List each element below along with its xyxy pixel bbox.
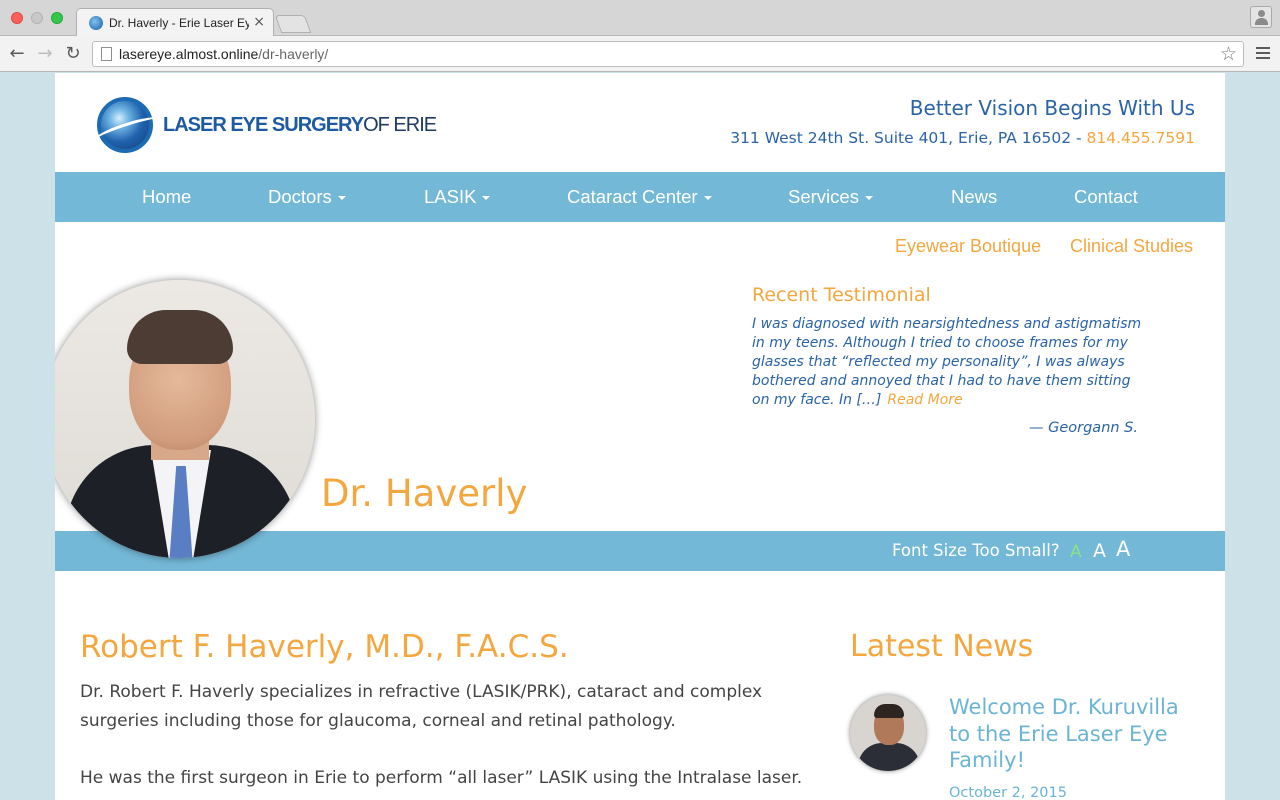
maximize-window-button[interactable]: [51, 12, 63, 24]
menu-icon[interactable]: [1256, 47, 1270, 62]
nav-item-home[interactable]: Home: [142, 186, 191, 208]
font-size-medium-button[interactable]: A: [1093, 540, 1106, 562]
tagline: Better Vision Begins With Us: [909, 96, 1195, 120]
testimonial-heading: Recent Testimonial: [752, 284, 931, 306]
tab-close-icon[interactable]: ×: [253, 14, 265, 30]
news-thumbnail[interactable]: [850, 695, 926, 771]
nav-item-services[interactable]: Services: [788, 186, 873, 208]
browser-toolbar: ← → ↻ lasereye.almost.online/dr-haverly/…: [0, 36, 1280, 72]
latest-news-heading: Latest News: [850, 629, 1034, 664]
tab-title: Dr. Haverly - Erie Laser Eye: [109, 16, 249, 30]
nav-item-lasik[interactable]: LASIK: [424, 186, 491, 208]
testimonial-author: — Georgann S.: [1029, 420, 1138, 436]
url-text[interactable]: lasereye.almost.online/dr-haverly/: [119, 46, 328, 62]
caret-down-icon: [337, 196, 346, 201]
font-size-label: Font Size Too Small?: [892, 541, 1060, 560]
url-host: lasereye.almost.online: [119, 46, 259, 62]
logo-wordmark: LASER EYE SURGERYOF ERIE: [163, 114, 437, 137]
subnav-clinical-studies[interactable]: Clinical Studies: [1070, 236, 1193, 257]
font-size-small-button[interactable]: A: [1070, 542, 1082, 562]
reload-icon[interactable]: ↻: [62, 43, 84, 65]
forward-arrow-icon[interactable]: →: [34, 43, 56, 65]
news-item-title-link[interactable]: Welcome Dr. Kuruvilla to the Erie Laser …: [949, 694, 1199, 774]
url-path: /dr-haverly/: [258, 46, 329, 62]
browser-tab-strip: Dr. Haverly - Erie Laser Eye ×: [0, 0, 1280, 36]
nav-item-news[interactable]: News: [951, 186, 997, 208]
bio-title: Robert F. Haverly, M.D., F.A.C.S.: [80, 629, 569, 665]
nav-item-cataract-center[interactable]: Cataract Center: [567, 186, 712, 208]
read-more-link[interactable]: Read More: [887, 392, 962, 408]
website-page: LASER EYE SURGERYOF ERIE Better Vision B…: [55, 73, 1225, 800]
address-bar[interactable]: lasereye.almost.online/dr-haverly/ ☆: [92, 41, 1244, 67]
caret-down-icon: [703, 196, 712, 201]
nav-item-contact[interactable]: Contact: [1074, 186, 1138, 208]
caret-down-icon: [482, 196, 491, 201]
favicon-icon: [89, 16, 103, 30]
star-icon[interactable]: ☆: [1220, 43, 1237, 65]
eye-globe-logo-icon: [97, 97, 153, 153]
nav-item-doctors[interactable]: Doctors: [268, 186, 346, 208]
caret-down-icon: [864, 196, 873, 201]
phone-link[interactable]: 814.455.7591: [1087, 129, 1195, 147]
news-item-date: October 2, 2015: [949, 785, 1067, 800]
bio-paragraph: He was the first surgeon in Erie to perf…: [80, 768, 803, 788]
testimonial-quote: I was diagnosed with nearsightedness and…: [752, 315, 1152, 410]
page-icon: [101, 47, 112, 61]
address-text: 311 West 24th St. Suite 401, Erie, PA 16…: [730, 129, 1087, 147]
close-window-button[interactable]: [11, 12, 23, 24]
minimize-window-button[interactable]: [31, 12, 43, 24]
logo-secondary: OF ERIE: [363, 114, 437, 136]
browser-tab-active[interactable]: Dr. Haverly - Erie Laser Eye ×: [76, 8, 274, 36]
page-title: Dr. Haverly: [321, 472, 528, 515]
new-tab-button[interactable]: [274, 15, 312, 33]
back-arrow-icon[interactable]: ←: [6, 43, 28, 65]
bio-paragraph: Dr. Robert F. Haverly specializes in ref…: [80, 682, 763, 731]
doctor-portrait: [55, 280, 315, 558]
subnav-eyewear-boutique[interactable]: Eyewear Boutique: [895, 236, 1041, 257]
main-navigation: Home Doctors LASIK Cataract Center Servi…: [55, 172, 1225, 222]
font-size-large-button[interactable]: A: [1116, 537, 1130, 561]
profile-icon[interactable]: [1250, 6, 1272, 28]
contact-address: 311 West 24th St. Suite 401, Erie, PA 16…: [730, 129, 1195, 147]
logo-primary: LASER EYE SURGERY: [163, 114, 364, 136]
site-logo[interactable]: LASER EYE SURGERYOF ERIE: [97, 97, 457, 155]
